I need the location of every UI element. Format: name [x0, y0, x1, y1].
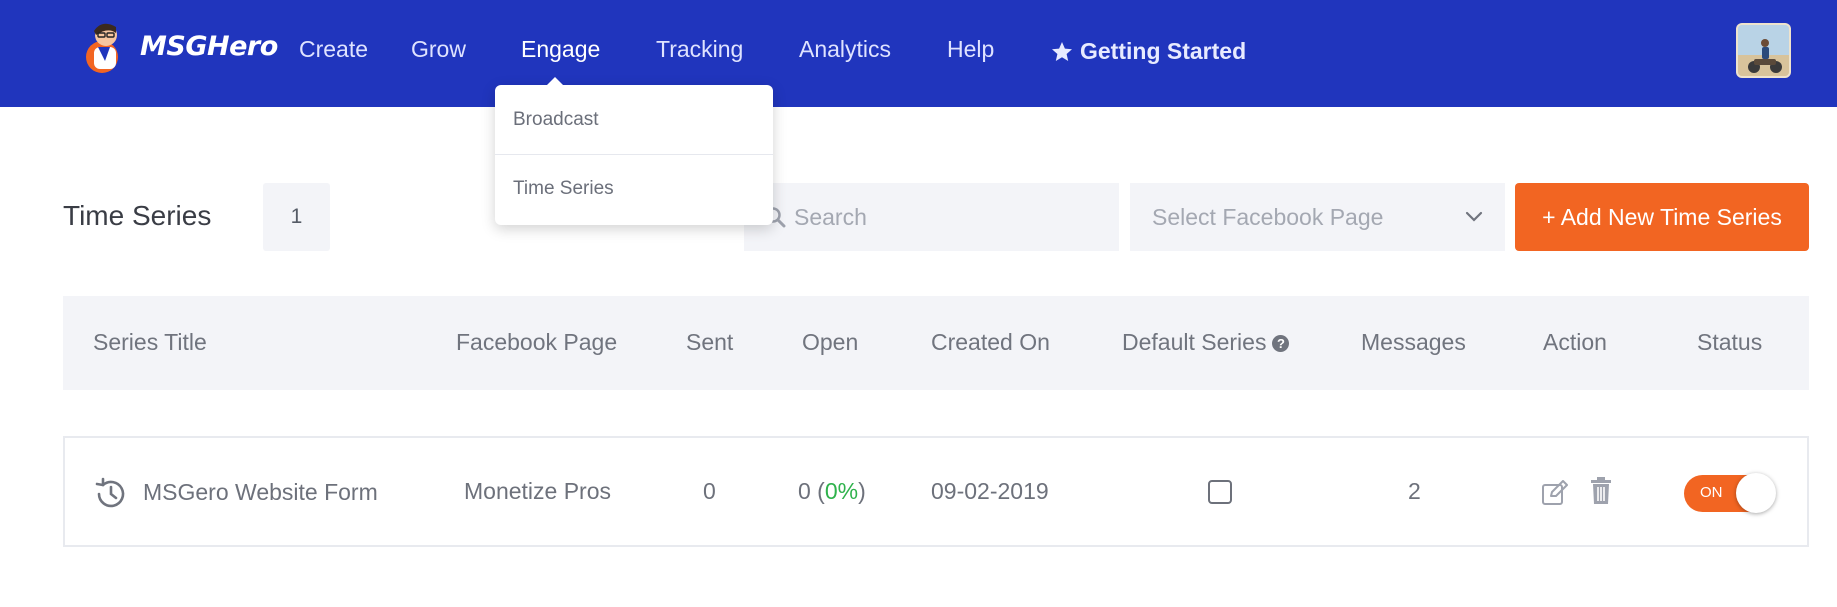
col-created-on[interactable]: Created On [931, 329, 1050, 356]
search-field[interactable] [744, 183, 1119, 251]
getting-started-label: Getting Started [1080, 38, 1247, 64]
nav-grow[interactable]: Grow [411, 36, 466, 63]
col-series-title[interactable]: Series Title [93, 329, 207, 356]
page-title: Time Series [63, 200, 212, 231]
trash-icon[interactable] [1590, 477, 1612, 505]
table-header: Series Title Facebook Page Sent Open Cre… [63, 296, 1809, 390]
top-navbar: MSGHero Create Grow Engage Tracking Anal… [0, 0, 1837, 107]
col-sent[interactable]: Sent [686, 329, 733, 356]
facebook-page-select[interactable]: Select Facebook Page [1130, 183, 1505, 251]
series-count-badge: 1 [263, 183, 330, 251]
star-icon [1052, 41, 1072, 61]
col-status: Status [1697, 329, 1763, 355]
engage-dropdown-menu: Broadcast Time Series [495, 85, 773, 225]
edit-icon[interactable] [1541, 480, 1569, 506]
sent-count: 0 [703, 478, 716, 504]
search-input[interactable] [794, 203, 1114, 231]
status-toggle[interactable]: ON [1684, 473, 1776, 513]
col-facebook-page[interactable]: Facebook Page [456, 329, 617, 356]
nav-tracking[interactable]: Tracking [656, 36, 743, 63]
col-messages[interactable]: Messages [1361, 329, 1466, 356]
default-series-checkbox[interactable] [1208, 480, 1232, 504]
messages-count[interactable]: 2 [1408, 478, 1421, 505]
user-avatar[interactable] [1736, 23, 1791, 78]
status-toggle-label: ON [1700, 484, 1723, 501]
col-default-series: Default Series? [1122, 329, 1290, 356]
brand-logo[interactable]: MSGHero [80, 16, 278, 76]
nav-engage[interactable]: Engage [521, 36, 600, 63]
add-new-time-series-button[interactable]: + Add New Time Series [1515, 183, 1809, 251]
col-open[interactable]: Open [802, 329, 858, 356]
table-row[interactable]: MSGero Website Form Monetize Pros 0 0 (0… [63, 436, 1809, 547]
open-percentage: 0% [824, 478, 859, 504]
dropdown-caret [545, 77, 565, 87]
menu-item-broadcast[interactable]: Broadcast [495, 85, 773, 154]
menu-item-time-series[interactable]: Time Series [495, 154, 773, 223]
nav-analytics[interactable]: Analytics [799, 36, 891, 63]
question-circle-icon[interactable]: ? [1272, 335, 1290, 352]
facebook-page-name: Monetize Pros [464, 478, 612, 504]
clock-history-icon [95, 477, 125, 508]
col-action: Action [1543, 329, 1607, 355]
nav-create[interactable]: Create [299, 36, 368, 63]
open-count: 0 (0%) [798, 478, 866, 504]
series-title[interactable]: MSGero Website Form [143, 479, 378, 506]
nav-help[interactable]: Help [947, 36, 994, 63]
mascot-icon [80, 17, 138, 75]
chevron-down-icon [1465, 211, 1483, 222]
col-default-series-label: Default Series [1122, 329, 1267, 355]
toggle-knob [1736, 473, 1776, 513]
nav-getting-started[interactable]: Getting Started [1050, 38, 1246, 65]
brand-name: MSGHero [140, 30, 278, 62]
open-value: 0 [798, 478, 811, 504]
facebook-page-select-value: Select Facebook Page [1152, 203, 1384, 230]
created-on-date: 09-02-2019 [931, 478, 1049, 504]
